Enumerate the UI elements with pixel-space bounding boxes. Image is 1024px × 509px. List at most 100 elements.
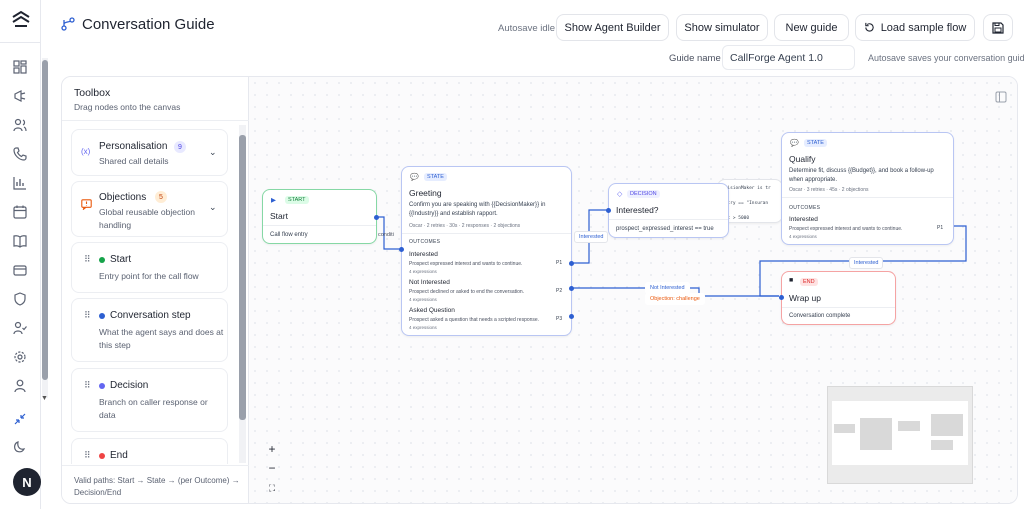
- edge-label-start[interactable]: conditi: [374, 230, 398, 240]
- minimap[interactable]: [827, 386, 973, 484]
- reload-icon: [864, 22, 874, 32]
- objection-icon: [81, 199, 92, 210]
- decision-dot-icon: [99, 383, 105, 389]
- input-handle[interactable]: [606, 208, 611, 213]
- drag-handle-icon[interactable]: ⠿: [84, 380, 91, 391]
- outcome-name: Interested: [409, 251, 438, 258]
- output-handle[interactable]: [374, 215, 379, 220]
- panel-toggle-icon[interactable]: [995, 91, 1007, 103]
- shield-icon[interactable]: [13, 292, 27, 306]
- outcomes-label: OUTCOMES: [409, 239, 441, 245]
- node-title: Greeting: [409, 188, 442, 198]
- diamond-icon: ◇: [617, 191, 623, 198]
- drag-handle-icon[interactable]: ⠿: [84, 450, 91, 461]
- outcome-handle[interactable]: [569, 261, 574, 266]
- dashboard-icon[interactable]: [13, 60, 27, 74]
- users-icon[interactable]: [13, 118, 27, 132]
- collapse-icon[interactable]: [13, 412, 27, 426]
- save-button[interactable]: [983, 14, 1013, 41]
- zoom-in-button[interactable]: +: [265, 442, 279, 456]
- page-title: Conversation Guide: [82, 16, 215, 33]
- card-icon[interactable]: [13, 263, 27, 277]
- outcome-desc: Prospect expressed interest and wants to…: [409, 261, 523, 267]
- objections-title: Objections: [99, 192, 147, 203]
- outcome-handle[interactable]: [569, 286, 574, 291]
- node-type-tag: STATE: [804, 139, 827, 147]
- decision-node[interactable]: ◇ DECISION Interested? prospect_expresse…: [606, 183, 729, 238]
- node-title: Wrap up: [789, 293, 821, 303]
- edge-label-qualify-interested[interactable]: Interested: [849, 257, 884, 269]
- toolbox-scrollbar[interactable]: [239, 125, 246, 463]
- autosave-hint: Autosave saves your conversation guide: [868, 53, 1024, 63]
- objections-group[interactable]: Objections 5 Global reusable objection h…: [71, 181, 228, 237]
- book-icon[interactable]: [13, 234, 27, 248]
- fit-view-button[interactable]: ⛶: [265, 481, 279, 495]
- load-sample-flow-button[interactable]: Load sample flow: [855, 14, 975, 41]
- outcome-priority: P1: [556, 260, 563, 266]
- avatar[interactable]: N: [13, 468, 41, 496]
- outcome-expressions: 4 expressions: [409, 325, 437, 330]
- input-handle[interactable]: [779, 295, 784, 300]
- guide-name-label: Guide name: [669, 53, 721, 64]
- toolbox-item-title: Start: [110, 254, 132, 265]
- node-divider: [402, 233, 571, 234]
- node-divider: [782, 307, 895, 308]
- megaphone-icon[interactable]: [13, 89, 27, 103]
- toolbox-item-desc: What the agent says and does at this ste…: [99, 327, 224, 350]
- flow-canvas[interactable]: ecisionMaker is tr ustry == "Insuran get…: [249, 77, 1017, 503]
- show-simulator-button[interactable]: Show simulator: [676, 14, 768, 41]
- app-logo-icon[interactable]: [12, 10, 30, 28]
- toolbox-item-end[interactable]: ⠿ End: [71, 438, 228, 464]
- chart-icon[interactable]: [13, 176, 27, 190]
- personalisation-group[interactable]: (x) Personalisation 9 Shared call detail…: [71, 129, 228, 176]
- toolbox-item-desc: Branch on caller response or data: [99, 397, 208, 420]
- settings-icon[interactable]: [13, 350, 27, 364]
- start-dot-icon: [99, 257, 105, 263]
- toolbox-subtitle: Drag nodes onto the canvas: [74, 102, 181, 112]
- drag-handle-icon[interactable]: ⠿: [84, 254, 91, 265]
- outcome-desc: Prospect expressed interest and wants to…: [789, 226, 903, 232]
- rail-divider: [0, 42, 41, 43]
- autosave-status: Autosave idle: [498, 23, 556, 34]
- minimap-node: [898, 421, 920, 431]
- greeting-state-node[interactable]: 💬 STATE Greeting Confirm you are speakin…: [399, 166, 574, 336]
- edge-label-interested[interactable]: Interested: [574, 231, 609, 243]
- calendar-icon[interactable]: [13, 205, 27, 219]
- personalisation-desc: Shared call details: [99, 156, 169, 166]
- toolbox-title: Toolbox: [74, 87, 111, 99]
- guide-name-input[interactable]: [722, 45, 855, 70]
- node-divider: [263, 225, 376, 226]
- count-badge: 9: [174, 141, 186, 153]
- edge-label-objection[interactable]: Objection: challenge: [645, 293, 705, 305]
- phone-icon[interactable]: [13, 147, 27, 161]
- qualify-state-node[interactable]: 💬 STATE Qualify Determine fit, discuss {…: [781, 132, 954, 245]
- outcome-handle[interactable]: [569, 314, 574, 319]
- toolbox-scroll-thumb[interactable]: [239, 135, 246, 420]
- node-type-tag: START: [285, 196, 309, 204]
- toolbox-item-conversation-step[interactable]: ⠿ Conversation step What the agent says …: [71, 298, 228, 362]
- scroll-down-arrow-icon[interactable]: ▼: [41, 395, 48, 402]
- rail-scroll-thumb[interactable]: [42, 60, 48, 380]
- show-agent-builder-button[interactable]: Show Agent Builder: [556, 14, 669, 41]
- load-sample-flow-label: Load sample flow: [880, 21, 967, 34]
- start-node[interactable]: ▶ START Start Call flow entry: [262, 189, 379, 244]
- input-handle[interactable]: [399, 247, 404, 252]
- new-guide-button[interactable]: New guide: [774, 14, 849, 41]
- chevron-down-icon[interactable]: ⌄: [209, 202, 217, 213]
- toolbox: Toolbox Drag nodes onto the canvas (x) P…: [62, 77, 249, 503]
- rail-scrollbar[interactable]: ▼: [41, 58, 48, 402]
- wrap-up-end-node[interactable]: ■ END Wrap up Conversation complete: [779, 271, 896, 325]
- toolbox-item-decision[interactable]: ⠿ Decision Branch on caller response or …: [71, 368, 228, 432]
- minimap-node: [834, 424, 855, 433]
- outcome-name: Asked Question: [409, 307, 455, 314]
- drag-handle-icon[interactable]: ⠿: [84, 310, 91, 321]
- moon-icon[interactable]: [13, 440, 27, 454]
- outcome-name: Not Interested: [409, 279, 450, 286]
- user-check-icon[interactable]: [13, 321, 27, 335]
- user-icon[interactable]: [13, 379, 27, 393]
- chevron-down-icon[interactable]: ⌄: [209, 147, 217, 158]
- editor-panel: Toolbox Drag nodes onto the canvas (x) P…: [61, 76, 1018, 504]
- zoom-out-button[interactable]: −: [265, 461, 279, 475]
- conversation-dot-icon: [99, 313, 105, 319]
- toolbox-item-start[interactable]: ⠿ Start Entry point for the call flow: [71, 242, 228, 293]
